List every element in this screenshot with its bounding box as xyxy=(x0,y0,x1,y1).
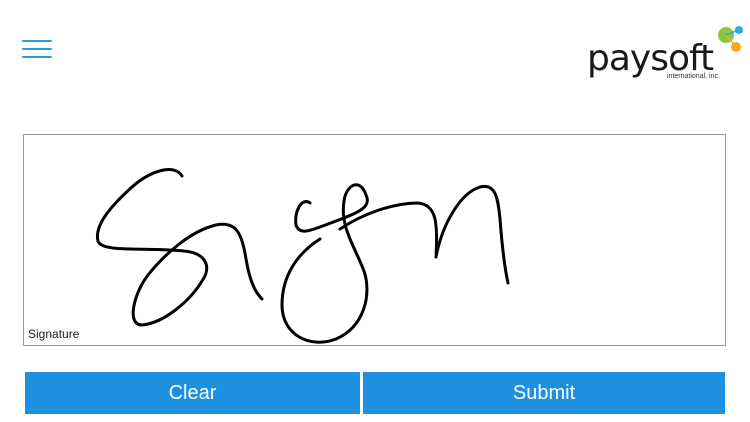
signature-label: Signature xyxy=(28,327,80,341)
hamburger-menu-icon xyxy=(22,40,52,42)
signature-stroke xyxy=(95,168,510,344)
paysoft-logo: paysoft international, inc. xyxy=(585,20,745,84)
action-buttons: Clear Submit xyxy=(25,372,725,414)
logo-tagline-text: international, inc. xyxy=(667,73,720,80)
submit-button[interactable]: Submit xyxy=(363,372,725,414)
signature-pad[interactable]: Signature xyxy=(23,134,726,346)
menu-button[interactable] xyxy=(22,38,52,60)
clear-button[interactable]: Clear xyxy=(25,372,360,414)
